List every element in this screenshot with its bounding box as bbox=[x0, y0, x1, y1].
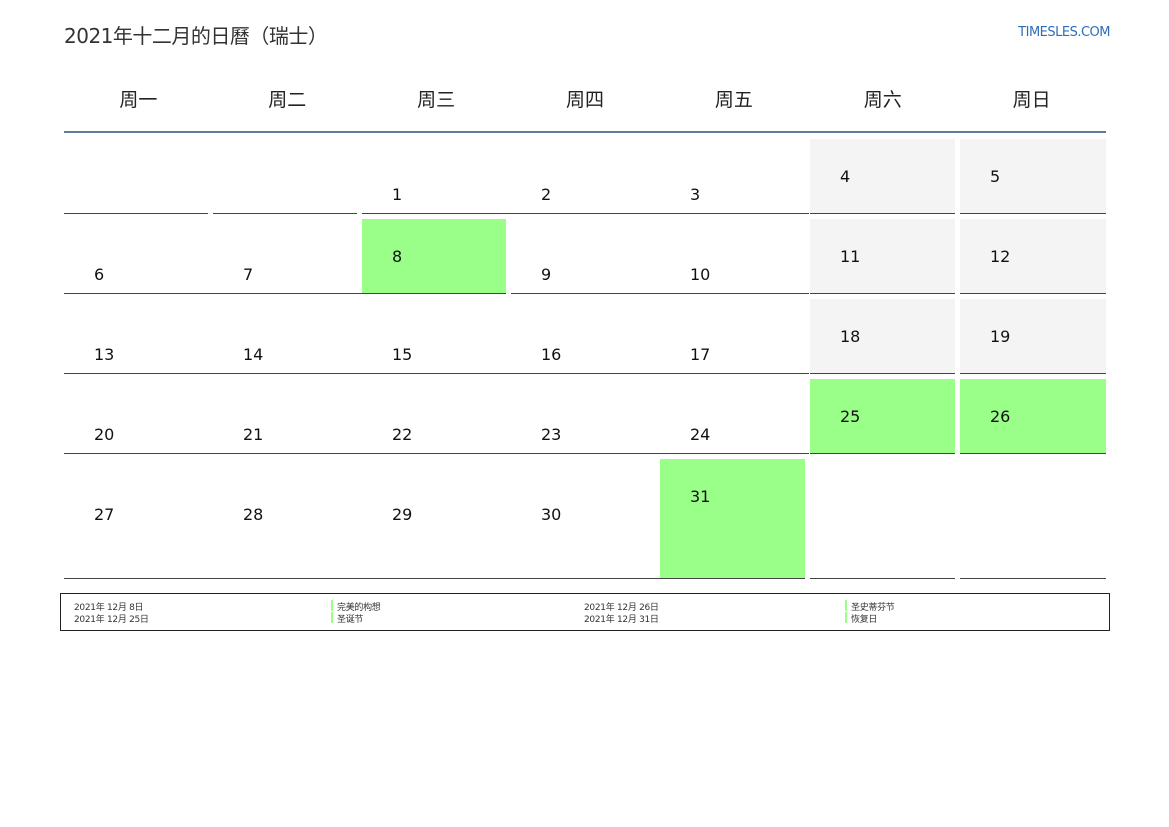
day-number: 4 bbox=[840, 167, 851, 186]
page-title: 2021年十二月的日曆（瑞士） bbox=[64, 24, 328, 48]
day-cell: 1 bbox=[362, 139, 511, 214]
day-number: 13 bbox=[94, 345, 115, 364]
day-number: 11 bbox=[840, 247, 861, 266]
day-cell: 5 bbox=[960, 139, 1106, 214]
day-number: 24 bbox=[690, 425, 711, 444]
day-cell: 15 bbox=[362, 299, 511, 374]
day-cell: 11 bbox=[810, 219, 955, 294]
day-cell: 29 bbox=[362, 459, 511, 579]
legend-date: 2021年 12月 31日 bbox=[584, 615, 659, 625]
day-number: 3 bbox=[690, 185, 701, 204]
day-cell: 19 bbox=[960, 299, 1106, 374]
empty-day-cell bbox=[960, 459, 1106, 579]
weekday-label: 周三 bbox=[417, 89, 456, 111]
day-cell: 3 bbox=[660, 139, 809, 214]
day-number: 18 bbox=[840, 327, 861, 346]
day-cell: 30 bbox=[511, 459, 660, 579]
day-number: 1 bbox=[392, 185, 403, 204]
day-number: 31 bbox=[690, 487, 711, 506]
day-cell: 6 bbox=[64, 219, 213, 294]
day-cell: 22 bbox=[362, 379, 511, 454]
day-number: 14 bbox=[243, 345, 264, 364]
day-cell: 31 bbox=[660, 459, 805, 579]
empty-day-cell bbox=[213, 139, 357, 214]
day-number: 19 bbox=[990, 327, 1011, 346]
weekday-label: 周六 bbox=[863, 89, 902, 111]
day-number: 9 bbox=[541, 265, 552, 284]
legend-holiday-name: 圣诞节 bbox=[331, 612, 363, 625]
day-number: 28 bbox=[243, 505, 264, 524]
day-number: 25 bbox=[840, 407, 861, 426]
weekday-label: 周二 bbox=[268, 89, 307, 111]
day-cell: 14 bbox=[213, 299, 362, 374]
day-cell: 7 bbox=[213, 219, 362, 294]
day-number: 23 bbox=[541, 425, 562, 444]
site-link[interactable]: TIMESLES.COM bbox=[1018, 25, 1110, 40]
day-number: 8 bbox=[392, 247, 403, 266]
day-cell: 8 bbox=[362, 219, 506, 294]
legend-holiday-name: 恢复日 bbox=[845, 612, 877, 625]
day-cell: 21 bbox=[213, 379, 362, 454]
empty-day-cell bbox=[810, 459, 955, 579]
day-cell: 10 bbox=[660, 219, 809, 294]
day-cell: 17 bbox=[660, 299, 809, 374]
day-number: 20 bbox=[94, 425, 115, 444]
weekday-header: 周一 周二 周三 周四 周五 周六 周日 bbox=[64, 72, 1106, 128]
legend-date: 2021年 12月 25日 bbox=[74, 615, 149, 625]
day-number: 26 bbox=[990, 407, 1011, 426]
day-cell: 4 bbox=[810, 139, 955, 214]
day-number: 15 bbox=[392, 345, 413, 364]
day-number: 16 bbox=[541, 345, 562, 364]
header-rule bbox=[64, 131, 1106, 133]
weekday-label: 周日 bbox=[1012, 89, 1051, 111]
day-cell: 12 bbox=[960, 219, 1106, 294]
weekday-label: 周一 bbox=[119, 89, 158, 111]
empty-day-cell bbox=[64, 139, 208, 214]
day-number: 10 bbox=[690, 265, 711, 284]
calendar-grid: 1 2 3 4 5 6 7 8 9 10 11 12 13 14 15 16 17 18 19 20 21 22 23 24 2… bbox=[64, 139, 1110, 579]
day-number: 7 bbox=[243, 265, 254, 284]
day-cell: 27 bbox=[64, 459, 213, 579]
day-cell: 9 bbox=[511, 219, 660, 294]
day-cell: 23 bbox=[511, 379, 660, 454]
day-number: 6 bbox=[94, 265, 105, 284]
day-number: 27 bbox=[94, 505, 115, 524]
day-cell: 20 bbox=[64, 379, 213, 454]
day-number: 30 bbox=[541, 505, 562, 524]
day-cell: 2 bbox=[511, 139, 660, 214]
holiday-legend: 2021年 12月 8日 2021年 12月 25日 完美的构想 圣诞节 202… bbox=[60, 593, 1110, 631]
day-cell: 25 bbox=[810, 379, 955, 454]
day-number: 5 bbox=[990, 167, 1001, 186]
day-cell: 13 bbox=[64, 299, 213, 374]
day-cell: 24 bbox=[660, 379, 809, 454]
day-number: 12 bbox=[990, 247, 1011, 266]
day-number: 2 bbox=[541, 185, 552, 204]
day-cell: 26 bbox=[960, 379, 1106, 454]
day-number: 29 bbox=[392, 505, 413, 524]
day-cell: 16 bbox=[511, 299, 660, 374]
day-cell: 28 bbox=[213, 459, 362, 579]
day-number: 17 bbox=[690, 345, 711, 364]
weekday-label: 周四 bbox=[566, 89, 605, 111]
day-number: 22 bbox=[392, 425, 413, 444]
day-cell: 18 bbox=[810, 299, 955, 374]
day-number: 21 bbox=[243, 425, 264, 444]
weekday-label: 周五 bbox=[714, 89, 753, 111]
